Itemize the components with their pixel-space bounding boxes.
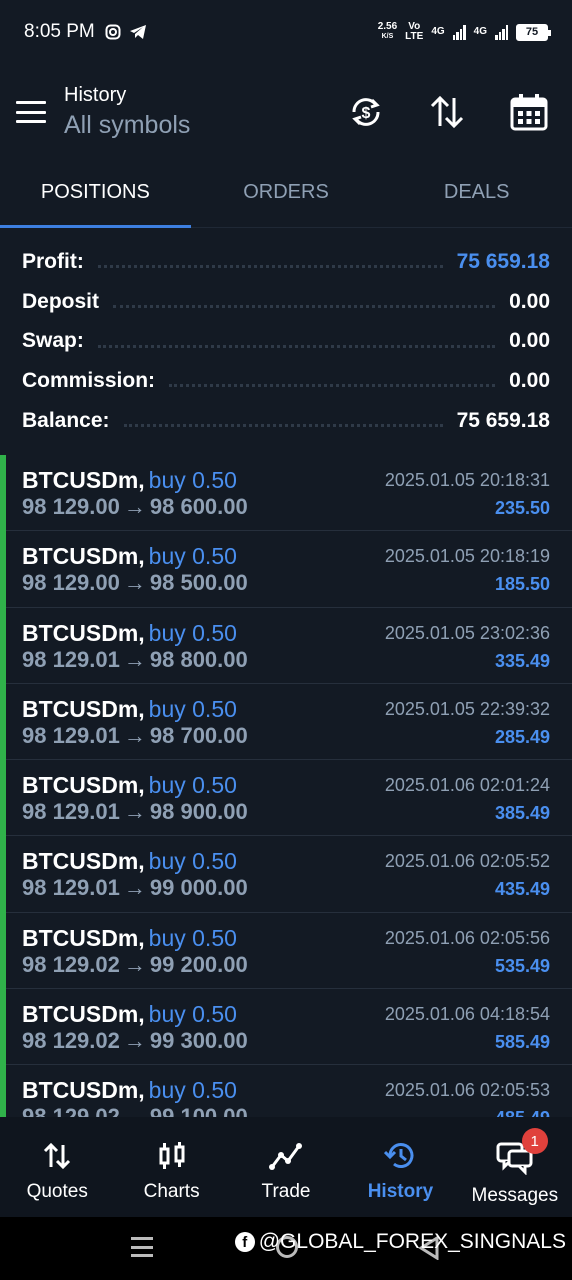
battery-icon: 75 [516, 23, 551, 41]
position-row[interactable]: BTCUSDm, buy 0.50 98 129.02 → 99 100.00 202… [0, 1065, 572, 1117]
buy-indicator [0, 760, 6, 837]
quotes-icon [44, 1142, 71, 1170]
position-row[interactable]: BTCUSDm, buy 0.50 98 129.02 → 99 200.00 202… [0, 912, 572, 990]
nav-charts[interactable]: Charts [114, 1117, 228, 1217]
arrow-icon: → [123, 799, 146, 825]
instagram-icon [105, 24, 121, 40]
tab-deals[interactable]: DEALS [381, 160, 572, 227]
nav-trade[interactable]: Trade [229, 1117, 343, 1217]
page-title: History [64, 84, 127, 106]
charts-icon [159, 1142, 185, 1169]
net-type-2: 4G [473, 26, 487, 37]
position-row[interactable]: BTCUSDm, buy 0.50 98 129.01 → 98 900.00 202… [0, 760, 572, 837]
buy-indicator [0, 989, 6, 1066]
arrow-icon: → [123, 951, 146, 977]
calendar-icon[interactable] [510, 93, 548, 131]
summary-commission: Commission: 0.00 [22, 368, 550, 392]
arrow-icon: → [123, 1104, 146, 1117]
buy-indicator [0, 531, 6, 608]
arrow-icon: → [123, 722, 146, 748]
symbol-filter[interactable]: All symbols [64, 111, 190, 140]
buy-indicator [0, 455, 6, 532]
tab-orders[interactable]: ORDERS [191, 160, 382, 227]
buy-indicator [0, 912, 6, 990]
positions-list: BTCUSDm, buy 0.50 98 129.00 → 98 600.00 202… [0, 455, 572, 1117]
watermark: f @GLOBAL_FOREX_SINGNALS [234, 1230, 566, 1254]
buy-indicator [0, 607, 6, 684]
position-row[interactable]: BTCUSDm, buy 0.50 98 129.01 → 99 000.00 202… [0, 836, 572, 913]
nav-messages[interactable]: 1 Messages [458, 1117, 572, 1217]
arrow-icon: → [123, 494, 146, 519]
status-bar: 8:05 PM 2.56 K/S Vo LTE 4G 4G 75 [0, 0, 572, 64]
summary-profit: Profit: 75 659.18 [22, 249, 550, 273]
buy-indicator [0, 1065, 6, 1117]
position-row[interactable]: BTCUSDm, buy 0.50 98 129.00 → 98 500.00 202… [0, 531, 572, 608]
summary-deposit: Deposit 0.00 [22, 289, 550, 313]
arrow-icon: → [123, 875, 146, 901]
sync-dollar-icon[interactable]: $ [348, 94, 384, 130]
status-time: 8:05 PM [24, 21, 95, 42]
bottom-nav: Quotes Charts Trade History 1 Messages [0, 1117, 572, 1217]
summary-swap: Swap: 0.00 [22, 329, 550, 353]
nav-history[interactable]: History [343, 1117, 457, 1217]
sort-icon[interactable] [428, 94, 466, 130]
arrow-icon: → [123, 1028, 146, 1054]
position-row[interactable]: BTCUSDm, buy 0.50 98 129.01 → 98 700.00 202… [0, 683, 572, 761]
trade-icon [269, 1143, 303, 1170]
signal-icon-2 [495, 24, 508, 40]
app-header: History All symbols $ [0, 64, 572, 160]
menu-icon[interactable] [16, 101, 46, 123]
arrow-icon: → [123, 570, 146, 596]
buy-indicator [0, 836, 6, 913]
summary-panel: Profit: 75 659.18 Deposit 0.00 Swap: 0.0… [22, 242, 550, 440]
telegram-icon [129, 25, 146, 39]
position-row[interactable]: BTCUSDm, buy 0.50 98 129.02 → 99 300.00 202… [0, 989, 572, 1066]
tab-positions[interactable]: POSITIONS [0, 160, 191, 228]
facebook-icon: f [234, 1232, 255, 1252]
svg-text:$: $ [362, 105, 371, 122]
title-block[interactable]: History All symbols [64, 84, 190, 140]
position-row[interactable]: BTCUSDm, buy 0.50 98 129.01 → 98 800.00 202… [0, 607, 572, 684]
volte-indicator: Vo LTE [405, 21, 424, 42]
recent-apps-button[interactable] [131, 1237, 153, 1257]
history-icon [384, 1143, 414, 1168]
tab-bar: POSITIONS ORDERS DEALS [0, 160, 572, 228]
net-speed: 2.56 K/S [377, 21, 398, 41]
buy-indicator [0, 683, 6, 761]
arrow-icon: → [123, 646, 146, 672]
nav-quotes[interactable]: Quotes [0, 1117, 114, 1217]
summary-balance: Balance: 75 659.18 [22, 408, 550, 432]
position-row[interactable]: BTCUSDm, buy 0.50 98 129.00 → 98 600.00 202… [0, 455, 572, 532]
net-type-1: 4G [431, 26, 445, 37]
signal-icon [452, 24, 466, 40]
unread-badge: 1 [521, 1128, 548, 1154]
